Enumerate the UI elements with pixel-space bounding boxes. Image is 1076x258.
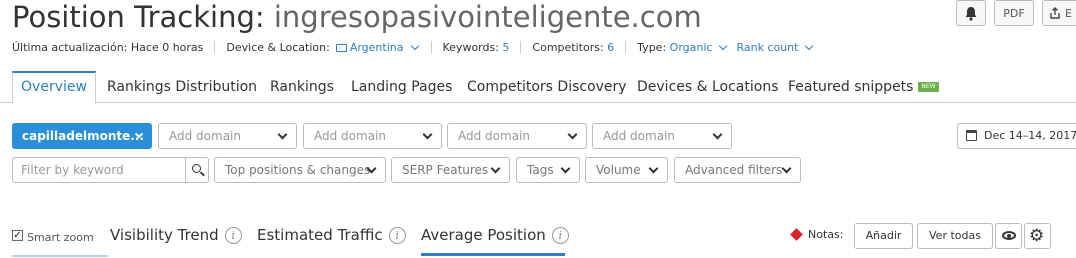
title-prefix: Position Tracking: [12,0,265,34]
serp-features-filter[interactable]: SERP Features [391,157,510,183]
info-icon[interactable]: i [551,226,569,244]
device-location-value[interactable]: Argentina [350,41,404,54]
calendar-icon [966,130,977,141]
toggle-notes-visibility-button[interactable] [995,223,1022,249]
tags-filter[interactable]: Tags [516,157,580,183]
divider [520,40,522,54]
notes-diamond-icon [790,228,803,241]
chevron-down-icon[interactable] [719,41,728,50]
smart-zoom-underline [12,255,108,257]
average-position-label: Average Position [421,226,546,244]
pdf-button[interactable]: PDF [994,0,1034,26]
type-value[interactable]: Organic [670,41,713,54]
tab-estimated-traffic[interactable]: Estimated Traffic i [257,226,406,244]
tab-rankings-distribution[interactable]: Rankings Distribution [107,71,257,103]
tab-average-position[interactable]: Average Position i [421,226,569,244]
search-icon [192,164,201,173]
chevron-down-icon [781,163,792,174]
smart-zoom-toggle[interactable]: ✓ Smart zoom [12,227,94,244]
info-icon[interactable]: i [224,226,242,244]
export-icon [1050,7,1060,19]
date-range-label: Dec 14–14, 2017 [984,129,1076,142]
divider [214,40,216,54]
tab-visibility-trend[interactable]: Visibility Trend i [110,226,242,244]
view-all-notes-button[interactable]: Ver todas [917,223,993,249]
main-tabs: Overview Rankings Distribution Rankings … [0,71,1076,104]
add-note-button[interactable]: Añadir [854,223,913,249]
export-button[interactable]: E [1042,0,1076,26]
search-button[interactable] [185,157,209,183]
add-domain-3[interactable]: Add domain [447,123,587,149]
page-title: Position Tracking: ingresopasivointelige… [12,0,702,34]
advanced-filters[interactable]: Advanced filters [674,157,801,183]
top-positions-label: Top positions & changes [225,163,371,177]
chevron-down-icon [567,129,578,140]
tab-rankings[interactable]: Rankings [270,71,334,103]
add-domain-placeholder: Add domain [314,129,386,143]
chevron-down-icon [490,163,501,174]
export-label: E [1065,6,1072,20]
chevron-down-icon [560,163,571,174]
eye-icon [1002,231,1016,240]
notes-label: Notas: [808,228,844,241]
project-meta: Última actualización: Hace 0 horas Devic… [12,39,814,55]
add-domain-2[interactable]: Add domain [303,123,442,149]
info-icon[interactable]: i [388,226,406,244]
tab-landing-pages[interactable]: Landing Pages [351,71,452,103]
competitors-label: Competitors: [532,40,604,54]
new-badge: NEW [918,82,939,92]
chevron-down-icon [277,129,288,140]
title-domain: ingresopasivointeligente.com [273,0,702,34]
checkbox-checked-icon[interactable]: ✓ [12,230,23,241]
last-update: Última actualización: Hace 0 horas [12,40,204,54]
tab-devices-locations[interactable]: Devices & Locations [637,71,779,103]
chevron-down-icon[interactable] [805,41,814,50]
chevron-down-icon [648,163,659,174]
competitors-count[interactable]: 6 [607,41,614,54]
tab-overview[interactable]: Overview [12,71,96,104]
advanced-filters-label: Advanced filters [685,163,783,177]
domain-main-label: capilladelmonte... [22,129,144,143]
chevron-down-icon [712,129,723,140]
serp-features-label: SERP Features [402,163,489,177]
tab-featured-snippets[interactable]: Featured snippets [788,71,913,103]
add-domain-placeholder: Add domain [169,129,241,143]
add-domain-1[interactable]: Add domain [158,123,297,149]
add-domain-placeholder: Add domain [603,129,675,143]
divider [430,40,432,54]
monitor-icon [335,44,347,52]
smart-zoom-label: Smart zoom [27,231,94,244]
add-domain-placeholder: Add domain [458,129,530,143]
keywords-count[interactable]: 5 [502,41,509,54]
device-location-label: Device & Location: [226,40,330,54]
date-range-button[interactable]: Dec 14–14, 2017 [957,123,1076,149]
chevron-down-icon [422,129,433,140]
header-actions: PDF E [956,0,1076,26]
tab-competitors-discovery[interactable]: Competitors Discovery [467,71,627,103]
gear-icon: ⚙ [1029,226,1045,246]
volume-filter[interactable]: Volume [585,157,668,183]
keywords-label: Keywords: [442,40,499,54]
type-label: Type: [637,40,667,54]
keyword-filter-input[interactable]: Filter by keyword [12,157,209,183]
divider [728,41,736,54]
active-tab-indicator [421,253,565,256]
volume-label: Volume [596,163,641,177]
estimated-traffic-label: Estimated Traffic [257,226,383,244]
notifications-button[interactable] [956,0,986,26]
domain-selector-main[interactable]: capilladelmonte... [12,123,152,149]
chevron-down-icon[interactable] [410,41,419,50]
notes-section: Notas: [790,228,844,241]
visibility-trend-label: Visibility Trend [110,226,219,244]
settings-button[interactable]: ⚙ [1024,223,1051,249]
tags-label: Tags [527,163,554,177]
rank-count-dropdown[interactable]: Rank count [736,41,798,54]
divider [625,40,627,54]
bell-icon [965,6,977,21]
top-positions-filter[interactable]: Top positions & changes [214,157,386,183]
add-domain-4[interactable]: Add domain [592,123,732,149]
